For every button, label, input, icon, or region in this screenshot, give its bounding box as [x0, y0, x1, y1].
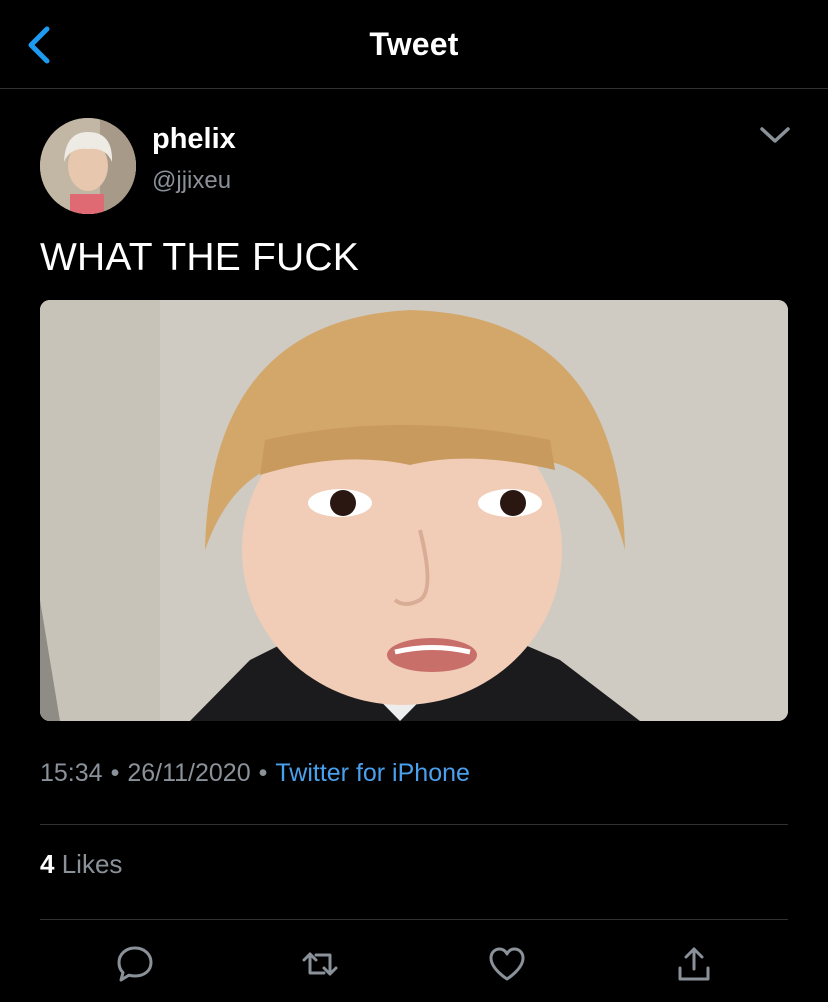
- separator-dot: •: [110, 759, 120, 787]
- tweet-metadata: 15:34 • 26/11/2020 • Twitter for iPhone: [40, 759, 470, 788]
- like-button[interactable]: [487, 944, 527, 984]
- heart-icon: [489, 947, 525, 981]
- likes-label: Likes: [61, 849, 123, 879]
- likes-stat[interactable]: 4 Likes: [40, 849, 122, 880]
- avatar[interactable]: [40, 118, 136, 214]
- retweet-icon: [302, 952, 338, 976]
- author-name[interactable]: phelix: [152, 123, 236, 156]
- tweet-text: WHAT THE FUCK: [40, 236, 359, 279]
- retweet-button[interactable]: [300, 944, 340, 984]
- page-title: Tweet: [369, 26, 459, 62]
- reply-button[interactable]: [115, 944, 155, 984]
- share-button[interactable]: [674, 944, 714, 984]
- reply-icon: [117, 946, 153, 982]
- likes-count: 4: [40, 849, 55, 879]
- author-handle[interactable]: @jjixeu: [152, 167, 231, 195]
- tweet-time: 15:34: [40, 759, 103, 787]
- tweet-date: 26/11/2020: [127, 759, 251, 787]
- tweet-menu-button[interactable]: [752, 117, 798, 153]
- divider: [40, 919, 788, 920]
- avatar-photo: [40, 118, 136, 214]
- tweet-source-link[interactable]: Twitter for iPhone: [275, 759, 470, 787]
- share-icon: [678, 947, 710, 981]
- tweet-photo[interactable]: [40, 300, 788, 721]
- chevron-down-icon: [760, 127, 790, 143]
- photo: [40, 300, 788, 721]
- divider: [40, 824, 788, 825]
- separator-dot: •: [258, 759, 268, 787]
- navigation-bar: Tweet: [0, 0, 828, 89]
